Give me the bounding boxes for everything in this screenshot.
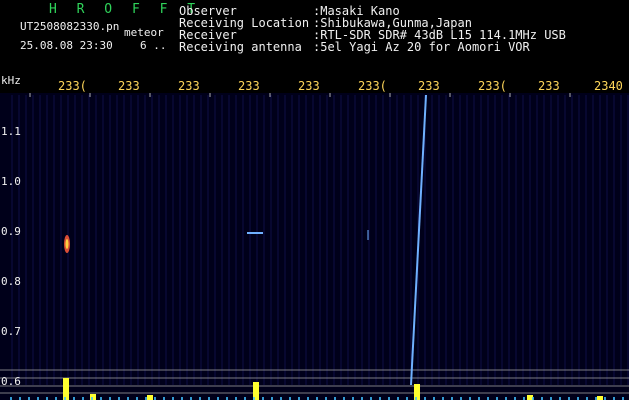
meteor-counter: 6 ..: [140, 39, 167, 52]
y-tick-label: 1.1: [1, 125, 21, 138]
x-tick-label: 233: [178, 79, 200, 93]
y-tick-label: 0.6: [1, 375, 21, 388]
x-tick-label: 233(: [478, 79, 507, 93]
y-axis-unit: kHz: [1, 74, 21, 87]
x-tick-label: 233: [298, 79, 320, 93]
y-tick-label: 1.0: [1, 175, 21, 188]
x-tick-label: 2340: [594, 79, 623, 93]
y-tick-label: 0.8: [1, 275, 21, 288]
x-tick-label: 233: [418, 79, 440, 93]
x-tick-label: 233(: [58, 79, 87, 93]
spectrogram: [0, 93, 629, 400]
x-tick-label: 233: [238, 79, 260, 93]
plot-background: [0, 93, 629, 400]
y-tick-label: 0.9: [1, 225, 21, 238]
y-tick-label: 0.7: [1, 325, 21, 338]
antenna-label: Receiving antenna: [179, 40, 302, 54]
x-tick-label: 233: [118, 79, 140, 93]
spectrum-peak: [63, 378, 69, 400]
timestamp: 25.08.08 23:30: [20, 39, 113, 52]
antenna-value: :5el Yagi Az 20 for Aomori VOR: [313, 40, 530, 54]
file-name: UT2508082330.pn: [20, 20, 120, 33]
spectrum-peak: [597, 396, 603, 400]
x-tick-label: 233(: [358, 79, 387, 93]
meteor-tag: meteor: [124, 26, 164, 39]
spectrum-peak: [147, 395, 153, 400]
x-tick-label: 233: [538, 79, 560, 93]
meteor-echo-core: [65, 239, 69, 249]
